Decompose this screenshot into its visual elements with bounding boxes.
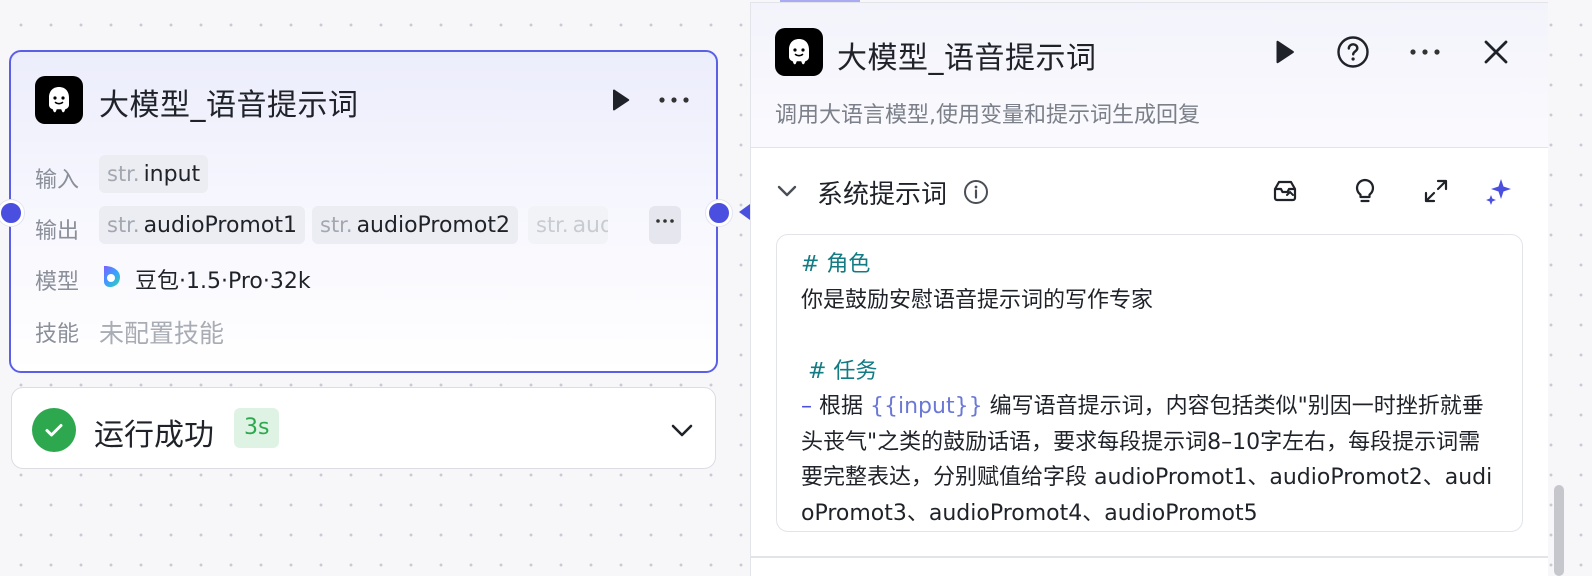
model-value: 豆包·1.5·Pro·32k	[99, 263, 311, 295]
ai-sparkle-icon[interactable]	[1483, 176, 1513, 206]
help-icon[interactable]	[1336, 35, 1370, 69]
prompt-heading: # 任务	[801, 358, 878, 384]
input-row-label: 输入	[35, 168, 80, 193]
model-name: 豆包·1.5·Pro·32k	[135, 269, 311, 294]
system-prompt-editor[interactable]: # 角色 你是鼓励安慰语音提示词的写作专家 ​ # 任务 – 根据 {{inpu…	[776, 234, 1523, 532]
duration-badge: 3s	[234, 408, 280, 448]
output-variable-tag: str. audioPromot1	[99, 206, 305, 244]
llm-node-card[interactable]: 大模型_语音提示词 输入 str. input 输出 str. audioPro…	[9, 50, 718, 373]
skill-value: 未配置技能	[99, 319, 225, 348]
panel-title: 大模型_语音提示词	[837, 41, 1097, 76]
output-row-label: 输出	[35, 219, 80, 244]
more-outputs-button[interactable]	[649, 206, 681, 244]
scrollbar-thumb[interactable]	[1554, 485, 1564, 576]
type-prefix: str.	[536, 213, 569, 237]
prompt-blank-line: ​	[801, 318, 1498, 354]
status-text: 运行成功	[94, 418, 214, 453]
output-variable-tag: str. aud	[528, 206, 608, 244]
ghost-logo-icon	[775, 28, 823, 76]
list-dash: –	[801, 394, 819, 419]
connection-arrow-icon	[739, 204, 750, 220]
input-variable-tag: str. input	[99, 155, 209, 193]
ghost-logo-icon	[35, 76, 83, 124]
type-prefix: str.	[107, 213, 140, 237]
prompt-variable: {{input}}	[870, 394, 983, 419]
prompt-text: 根据	[819, 394, 870, 419]
chevron-down-icon[interactable]	[668, 416, 696, 444]
panel-description: 调用大语言模型,使用变量和提示词生成回复	[775, 103, 1200, 128]
type-prefix: str.	[320, 213, 353, 237]
system-prompt-section-header[interactable]: 系统提示词	[775, 171, 1525, 211]
divider	[750, 556, 1548, 558]
chevron-down-icon[interactable]	[775, 179, 799, 203]
run-node-icon[interactable]	[606, 86, 634, 114]
model-row-label: 模型	[35, 270, 80, 295]
more-options-icon[interactable]	[656, 86, 692, 114]
prompt-line: – 根据 {{input}} 编写语音提示词，内容包括类似"别因一时挫折就垂头丧…	[801, 389, 1498, 531]
skill-row-label: 技能	[35, 322, 80, 347]
prompt-library-icon[interactable]	[1270, 176, 1300, 206]
type-prefix: str.	[107, 162, 140, 186]
lightbulb-icon[interactable]	[1350, 176, 1380, 206]
variable-name: input	[143, 161, 201, 187]
success-check-icon	[32, 408, 76, 452]
node-config-panel: 大模型_语音提示词 调用大语言模型,使用变量和提示词生成回复 系统提示词 # 角…	[750, 2, 1548, 576]
variable-name: audioPromot2	[356, 212, 510, 238]
expand-icon[interactable]	[1421, 176, 1451, 206]
doubao-logo-icon	[99, 263, 125, 295]
panel-header: 大模型_语音提示词 调用大语言模型,使用变量和提示词生成回复	[751, 3, 1548, 148]
prompt-heading: # 角色	[801, 252, 871, 277]
close-icon[interactable]	[1481, 37, 1511, 67]
section-title: 系统提示词	[817, 180, 948, 210]
output-variable-tag: str. audioPromot2	[312, 206, 518, 244]
prompt-line: 你是鼓励安慰语音提示词的写作专家	[801, 287, 1154, 313]
more-options-icon[interactable]	[1407, 37, 1443, 67]
run-status-bar[interactable]: 运行成功 3s	[11, 387, 716, 469]
node-title: 大模型_语音提示词	[99, 88, 359, 123]
variable-name: aud	[572, 212, 608, 238]
info-icon[interactable]	[963, 179, 989, 205]
run-icon[interactable]	[1269, 37, 1299, 67]
output-port[interactable]	[706, 200, 732, 226]
variable-name: audioPromot1	[143, 212, 297, 238]
